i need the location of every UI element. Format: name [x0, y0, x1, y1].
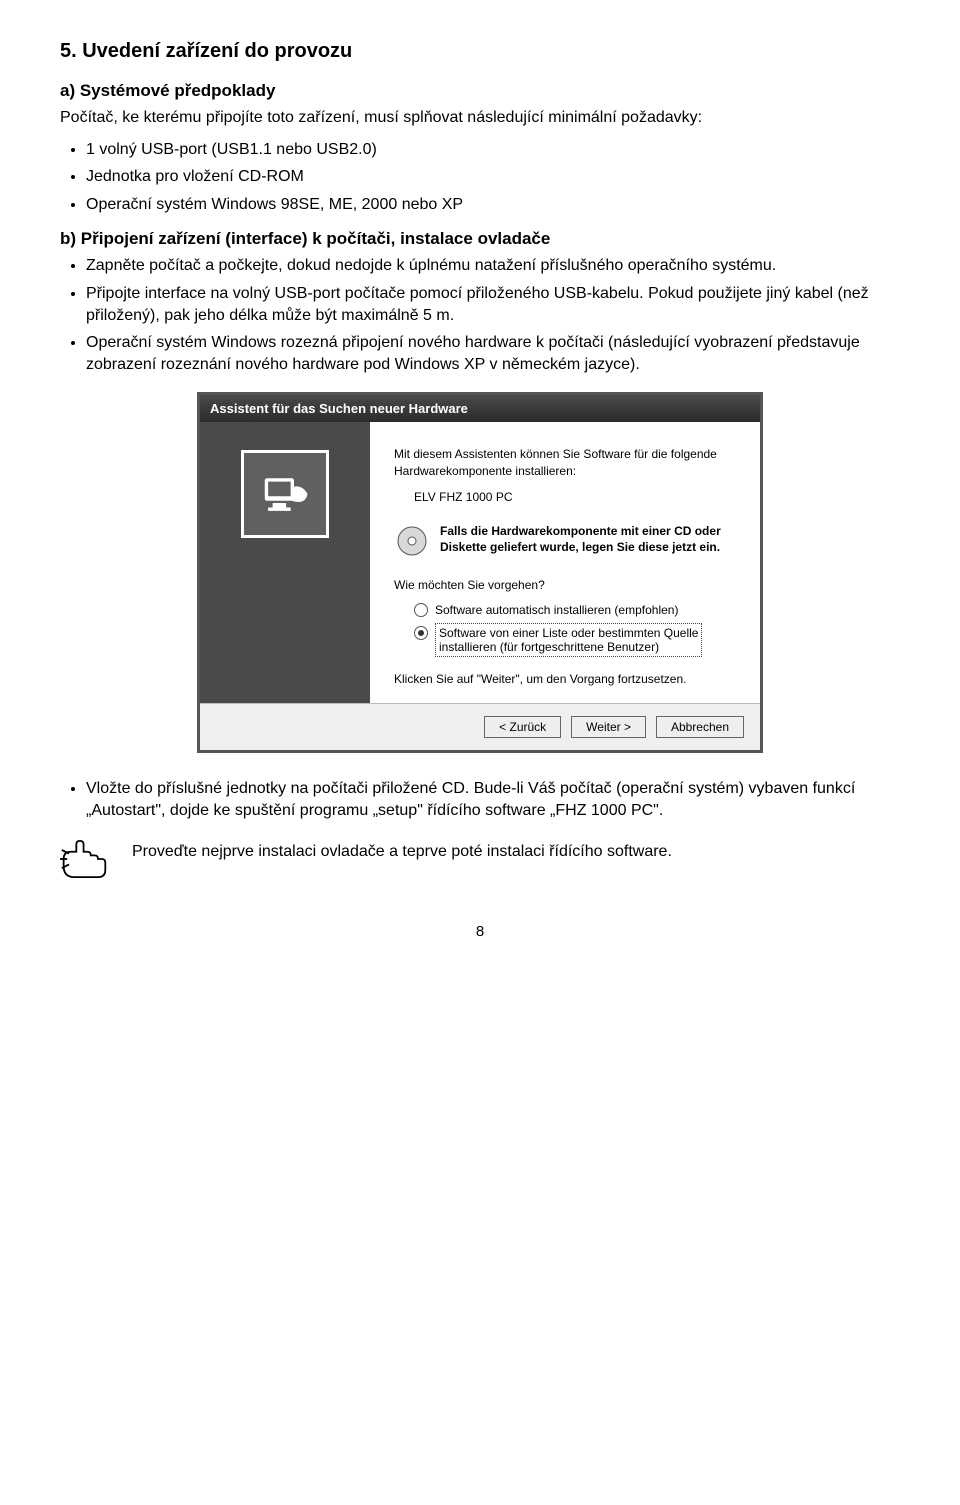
cancel-button[interactable]: Abbrechen: [656, 716, 744, 738]
wizard-titlebar: Assistent für das Suchen neuer Hardware: [200, 395, 760, 422]
wizard-cd-hint: Falls die Hardwarekomponente mit einer C…: [440, 523, 736, 555]
wizard-continue: Klicken Sie auf "Weiter", um den Vorgang…: [394, 671, 736, 687]
sub-b-heading: b) Připojení zařízení (interface) k počí…: [60, 229, 900, 249]
next-button[interactable]: Weiter >: [571, 716, 646, 738]
cd-icon: [394, 523, 430, 559]
install-note: Proveďte nejprve instalaci ovladače a te…: [132, 841, 672, 863]
radio-icon: [414, 626, 428, 640]
wizard-question: Wie möchten Sie vorgehen?: [394, 577, 736, 593]
list-item: Zapněte počítač a počkejte, dokud nedojd…: [86, 255, 900, 277]
wizard-device-name: ELV FHZ 1000 PC: [414, 489, 736, 505]
hardware-wizard-icon: [241, 450, 329, 538]
sub-a-list: 1 volný USB-port (USB1.1 nebo USB2.0) Je…: [60, 139, 900, 216]
wizard-intro: Mit diesem Assistenten können Sie Softwa…: [394, 446, 736, 478]
wizard-sidebar: [200, 422, 370, 703]
wizard-opt2-line2: installieren (für fortgeschrittene Benut…: [439, 640, 659, 654]
page-number: 8: [60, 923, 900, 940]
list-item: 1 volný USB-port (USB1.1 nebo USB2.0): [86, 139, 900, 161]
sub-b-list-2: Vložte do příslušné jednotky na počítači…: [60, 778, 900, 821]
back-button[interactable]: < Zurück: [484, 716, 561, 738]
pointing-hand-icon: [60, 835, 118, 883]
list-item: Operační systém Windows rozezná připojen…: [86, 332, 900, 375]
section-title: 5. Uvedení zařízení do provozu: [60, 40, 900, 63]
wizard-radio-auto[interactable]: Software automatisch installieren (empfo…: [414, 603, 736, 617]
wizard-opt2-line1: Software von einer Liste oder bestimmten…: [439, 626, 698, 640]
wizard-opt1-label: Software automatisch installieren (empfo…: [435, 603, 678, 617]
wizard-dialog: Assistent für das Suchen neuer Hardware …: [198, 393, 762, 752]
list-item: Jednotka pro vložení CD-ROM: [86, 166, 900, 188]
sub-b-list: Zapněte počítač a počkejte, dokud nedojd…: [60, 255, 900, 375]
list-item: Vložte do příslušné jednotky na počítači…: [86, 778, 900, 821]
sub-a-heading: a) Systémové předpoklady: [60, 81, 900, 101]
list-item: Operační systém Windows 98SE, ME, 2000 n…: [86, 194, 900, 216]
list-item: Připojte interface na volný USB-port poč…: [86, 283, 900, 326]
wizard-radio-list[interactable]: Software von einer Liste oder bestimmten…: [414, 623, 736, 657]
sub-a-intro: Počítač, ke kterému připojíte toto zaříz…: [60, 107, 900, 129]
radio-icon: [414, 603, 428, 617]
